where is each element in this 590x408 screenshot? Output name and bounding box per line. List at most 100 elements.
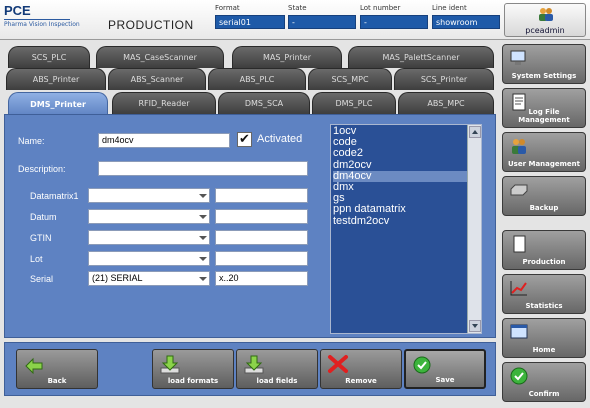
tab-abs-mpc[interactable]: ABS_MPC bbox=[398, 92, 494, 114]
sidebar-label: Production bbox=[522, 258, 566, 266]
sidebar-log-file-management-button[interactable]: Log File Management bbox=[502, 88, 586, 128]
tab-mas-palettscanner[interactable]: MAS_PalettScanner bbox=[348, 46, 494, 68]
field-value-serial[interactable]: x..20 bbox=[215, 271, 308, 286]
chevron-down-icon bbox=[199, 215, 207, 219]
back-label: Back bbox=[47, 377, 67, 385]
chart-icon bbox=[510, 281, 527, 296]
tab-scs-mpc[interactable]: SCS_MPC bbox=[308, 68, 392, 90]
tab-scs-printer[interactable]: SCS_Printer bbox=[394, 68, 494, 90]
lot-field: Lot number - bbox=[360, 4, 428, 29]
chevron-down-icon bbox=[199, 277, 207, 281]
logo-sub-text: Pharma Vision Inspection bbox=[4, 19, 80, 28]
sidebar-home-button[interactable]: Home bbox=[502, 318, 586, 358]
chevron-down-icon bbox=[199, 194, 207, 198]
sidebar-label: Log File Management bbox=[518, 108, 570, 124]
sidebar-user-management-button[interactable]: User Management bbox=[502, 132, 586, 172]
format-label: Format bbox=[215, 4, 240, 12]
tab-dms-printer[interactable]: DMS_Printer bbox=[8, 92, 108, 116]
tab-dms-plc[interactable]: DMS_PLC bbox=[312, 92, 396, 114]
list-item[interactable]: code2 bbox=[333, 148, 481, 159]
user-button[interactable]: pceadmin bbox=[504, 3, 586, 37]
field-value-lot[interactable] bbox=[215, 251, 308, 266]
name-input[interactable]: dm4ocv bbox=[98, 133, 230, 148]
tab-mas-printer[interactable]: MAS_Printer bbox=[232, 46, 342, 68]
activated-label: Activated bbox=[257, 133, 303, 145]
back-button[interactable]: Back bbox=[16, 349, 98, 389]
list-scrollbar[interactable] bbox=[467, 125, 481, 333]
field-label-datum: Datum bbox=[30, 212, 57, 222]
state-field: State - bbox=[288, 4, 356, 29]
line-field: Line ident showroom bbox=[432, 4, 500, 29]
sidebar-backup-button[interactable]: Backup bbox=[502, 176, 586, 216]
field-select-datum[interactable] bbox=[88, 209, 210, 224]
computer-icon bbox=[510, 50, 526, 65]
field-select-gtin[interactable] bbox=[88, 230, 210, 245]
field-select-datamatrix1[interactable] bbox=[88, 188, 210, 203]
back-arrow-icon bbox=[25, 357, 43, 374]
list-item-selected[interactable]: dm4ocv bbox=[333, 170, 481, 183]
users-icon bbox=[512, 139, 526, 154]
drive-icon bbox=[510, 184, 528, 196]
sidebar-system-settings-button[interactable]: System Settings bbox=[502, 44, 586, 84]
sidebar-statistics-button[interactable]: Statistics bbox=[502, 274, 586, 314]
tab-abs-plc[interactable]: ABS_PLC bbox=[208, 68, 306, 90]
lot-value: - bbox=[360, 15, 428, 29]
remove-button[interactable]: Remove bbox=[320, 349, 402, 389]
page-title: PRODUCTION bbox=[108, 18, 194, 32]
scroll-down-icon[interactable] bbox=[469, 320, 481, 332]
field-value-gtin[interactable] bbox=[215, 230, 308, 245]
activated-checkbox[interactable]: ✔ bbox=[237, 132, 252, 147]
document-icon bbox=[513, 235, 526, 253]
scroll-up-icon[interactable] bbox=[469, 126, 481, 138]
state-value: - bbox=[288, 15, 356, 29]
load-formats-label: load formats bbox=[167, 377, 219, 385]
load-fields-label: load fields bbox=[256, 377, 298, 385]
sidebar-label: Backup bbox=[529, 204, 559, 212]
logo-main-text: PCE bbox=[4, 3, 31, 18]
list-item[interactable]: dmx bbox=[333, 181, 481, 193]
list-item[interactable]: testdm2ocv bbox=[333, 215, 481, 227]
description-input[interactable] bbox=[98, 161, 308, 176]
field-select-serial[interactable]: (21) SERIAL bbox=[88, 271, 210, 286]
tab-dms-sca[interactable]: DMS_SCA bbox=[218, 92, 310, 114]
module-tabs: SCS_PLC MAS_CaseScanner MAS_Printer MAS_… bbox=[0, 42, 500, 118]
list-item[interactable]: ppn datamatrix bbox=[333, 204, 481, 215]
tab-mas-casescanner[interactable]: MAS_CaseScanner bbox=[96, 46, 224, 68]
download-arrow-icon bbox=[244, 355, 264, 374]
field-value-datum[interactable] bbox=[215, 209, 308, 224]
sidebar-label: Home bbox=[532, 346, 556, 354]
field-value-datamatrix1[interactable] bbox=[215, 188, 308, 203]
format-value: serial01 bbox=[215, 15, 285, 29]
sidebar-production-button[interactable]: Production bbox=[502, 230, 586, 270]
chevron-down-icon bbox=[199, 236, 207, 240]
tab-rfid-reader[interactable]: RFID_Reader bbox=[112, 92, 216, 114]
sidebar-confirm-button[interactable]: Confirm bbox=[502, 362, 586, 402]
tab-abs-printer[interactable]: ABS_Printer bbox=[6, 68, 106, 90]
field-select-lot[interactable] bbox=[88, 251, 210, 266]
load-fields-button[interactable]: load fields bbox=[236, 349, 318, 389]
download-arrow-icon bbox=[160, 355, 180, 374]
field-select-serial-value: (21) SERIAL bbox=[92, 273, 143, 283]
checkmark-icon bbox=[413, 356, 431, 374]
save-label: Save bbox=[435, 376, 455, 384]
format-list[interactable]: 1ocv code code2 dm2ocv dm4ocv dmx gs ppn… bbox=[330, 124, 482, 334]
format-field: Format serial01 bbox=[215, 4, 285, 29]
field-label-serial: Serial bbox=[30, 274, 54, 284]
chevron-down-icon bbox=[199, 257, 207, 261]
name-label: Name: bbox=[18, 136, 45, 146]
sidebar-label: User Management bbox=[507, 160, 580, 168]
save-button[interactable]: Save bbox=[404, 349, 486, 389]
tab-abs-scanner[interactable]: ABS_Scanner bbox=[108, 68, 206, 90]
users-icon bbox=[539, 8, 553, 21]
delete-x-icon bbox=[328, 355, 348, 373]
field-label-lot: Lot bbox=[30, 254, 43, 264]
field-label-gtin: GTIN bbox=[30, 233, 52, 243]
line-label: Line ident bbox=[432, 4, 467, 12]
checkmark-icon bbox=[510, 367, 528, 385]
load-formats-button[interactable]: load formats bbox=[152, 349, 234, 389]
tab-scs-plc[interactable]: SCS_PLC bbox=[8, 46, 90, 68]
line-value: showroom bbox=[432, 15, 500, 29]
header-bar: PCE Pharma Vision Inspection PRODUCTION … bbox=[0, 0, 590, 40]
user-name: pceadmin bbox=[525, 26, 565, 35]
state-label: State bbox=[288, 4, 307, 12]
